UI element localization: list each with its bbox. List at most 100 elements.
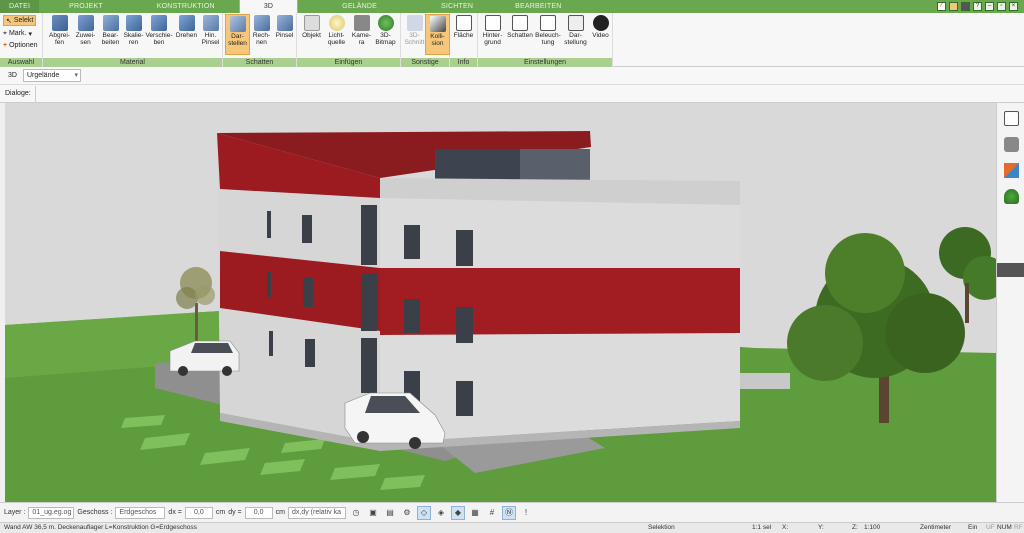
status-z: Z: xyxy=(852,524,858,531)
3d-bitmap-button[interactable]: 3D- Bitmap xyxy=(373,14,398,55)
snap-icon[interactable]: ◇ xyxy=(416,505,431,520)
pin-icon[interactable]: ! xyxy=(519,506,533,520)
scale-icon xyxy=(125,15,142,31)
tool-icon[interactable]: ⚙ xyxy=(400,506,414,520)
restore-icon[interactable]: ▫ xyxy=(997,2,1006,11)
chair-icon[interactable] xyxy=(1004,137,1019,152)
lightbulb-icon xyxy=(328,15,345,31)
3d-schnitt-button[interactable]: 3D- Schnitt xyxy=(402,14,427,55)
video-label: Video xyxy=(592,32,609,39)
3d-viewport[interactable] xyxy=(5,103,996,502)
optionen-label: Optionen xyxy=(9,42,38,49)
dy-label: dy = xyxy=(228,509,242,516)
abgreifen-label: Abgrei- fen xyxy=(49,32,70,46)
minimize-icon[interactable]: – xyxy=(985,2,994,11)
darstellen-label: Dar- stellen xyxy=(228,33,247,47)
collision-icon xyxy=(429,16,446,32)
verschieben-button[interactable]: Verschie- ben xyxy=(144,14,174,55)
dx-input[interactable]: 0,0 xyxy=(184,506,213,519)
group-einstellungen: Hinter- grund Schatten Beleuch- tung Dar… xyxy=(478,13,613,67)
verschieben-label: Verschie- ben xyxy=(145,32,173,46)
video-button[interactable]: Video xyxy=(588,14,613,55)
kollision-button[interactable]: Kolli- sion xyxy=(425,14,450,55)
grid-icon[interactable]: ▦ xyxy=(468,506,482,520)
hintergrund-button[interactable]: Hinter- grund xyxy=(480,14,505,55)
area-icon xyxy=(455,15,472,31)
play-icon xyxy=(592,15,609,31)
rechnen-button[interactable]: Rech- nen xyxy=(249,14,274,55)
marker-icon: ⌖ xyxy=(3,29,7,37)
drehen-button[interactable]: Drehen xyxy=(174,14,199,55)
layers-icon[interactable] xyxy=(1004,111,1019,126)
tab-bearbeiten[interactable]: BEARBEITEN xyxy=(493,0,583,13)
status-x: X: xyxy=(782,524,789,531)
tree-icon[interactable] xyxy=(1004,189,1019,204)
kamera-label: Kame- ra xyxy=(351,32,372,46)
geschoss-select[interactable]: Erdgeschos xyxy=(115,506,166,519)
layer-select[interactable]: 01_ug.eg.og xyxy=(28,506,75,519)
tab-sichten[interactable]: SICHTEN xyxy=(421,0,493,13)
panel-toggle[interactable] xyxy=(997,263,1024,277)
coord-mode-select[interactable]: dx,dy (relativ ka xyxy=(287,506,346,519)
status-uf: UF xyxy=(986,524,995,531)
status-message: Wand AW 36,5 m. Deckenauflager L=Konstru… xyxy=(4,524,197,531)
cursor-icon: ↖ xyxy=(6,17,12,25)
dy-input[interactable]: 0,0 xyxy=(244,506,273,519)
print-icon[interactable] xyxy=(961,2,970,11)
tab-konstruktion[interactable]: KONSTRUKTION xyxy=(133,0,239,13)
help-icon[interactable]: ? xyxy=(973,2,982,11)
north-icon[interactable]: Ⓝ xyxy=(501,505,516,520)
screen-icon[interactable]: ▣ xyxy=(366,506,380,520)
3d-schnitt-label: 3D- Schnitt xyxy=(404,32,425,46)
wand-icon[interactable]: ⁄ xyxy=(937,2,946,11)
export-icon[interactable] xyxy=(949,2,958,11)
hin-pinsel-button[interactable]: Hin. Pinsel xyxy=(198,14,223,55)
mark-button[interactable]: ⌖ Mark. ▾ xyxy=(3,28,32,39)
clock-icon[interactable]: ◷ xyxy=(349,506,363,520)
tab-3d[interactable]: 3D xyxy=(238,0,299,13)
flaeche-button[interactable]: Fläche xyxy=(451,14,476,55)
bearbeiten-button[interactable]: Bear- beiten xyxy=(98,14,123,55)
einst-schatten-button[interactable]: Schatten xyxy=(506,14,534,55)
tree-icon xyxy=(377,15,394,31)
beleuchtung-button[interactable]: Beleuch- tung xyxy=(534,14,562,55)
optionen-button[interactable]: + Optionen xyxy=(3,40,38,51)
lichtquelle-button[interactable]: Licht- quelle xyxy=(324,14,349,55)
hash-icon[interactable]: # xyxy=(485,506,499,520)
status-num: NUM xyxy=(997,524,1012,531)
abgreifen-button[interactable]: Abgrei- fen xyxy=(47,14,72,55)
house-light-icon xyxy=(540,15,556,31)
zuweisen-button[interactable]: Zuwei- sen xyxy=(73,14,98,55)
status-selektion: Selektion xyxy=(648,524,675,531)
tab-projekt[interactable]: PROJEKT xyxy=(39,0,133,13)
flaeche-label: Fläche xyxy=(453,32,474,39)
close-icon[interactable]: × xyxy=(1009,2,1018,11)
tab-gelaende[interactable]: GELÄNDE xyxy=(298,0,421,13)
group-sonstige: 3D- Schnitt Kolli- sion Sonstige xyxy=(401,13,450,67)
divider xyxy=(34,85,36,102)
view-icon[interactable]: ◆ xyxy=(450,505,465,520)
einst-schatten-label: Schatten xyxy=(507,32,533,39)
group-label-einfuegen: Einfügen xyxy=(297,58,400,67)
skalieren-button[interactable]: Skalie- ren xyxy=(121,14,146,55)
darstellen-button[interactable]: Dar- stellen xyxy=(225,14,250,55)
status-unit: Zentimeter xyxy=(920,524,952,531)
darstellung-button[interactable]: Dar- stellung xyxy=(562,14,589,55)
schatten-pinsel-button[interactable]: Pinsel xyxy=(272,14,297,55)
dx-unit: cm xyxy=(215,509,226,516)
glass-top-1 xyxy=(435,149,520,183)
print-preview-icon[interactable]: ▤ xyxy=(383,506,397,520)
mark-label: Mark. xyxy=(8,30,27,37)
dialog-row: Dialoge: xyxy=(0,85,1024,103)
group-label-info: Info xyxy=(450,58,477,67)
geschoss-label: Geschoss : xyxy=(77,509,113,516)
tab-datei[interactable]: DATEI xyxy=(0,0,40,13)
terrain-select[interactable]: Urgelände xyxy=(22,69,81,82)
surface-icon[interactable]: ◈ xyxy=(434,506,448,520)
group-label-material: Material xyxy=(43,58,222,67)
kamera-button[interactable]: Kame- ra xyxy=(349,14,374,55)
selekt-button[interactable]: ↖ Selekt xyxy=(3,15,37,26)
objekt-button[interactable]: Objekt xyxy=(299,14,324,55)
material-palette-icon[interactable] xyxy=(1004,163,1019,178)
dx-label: dx = xyxy=(168,509,182,516)
